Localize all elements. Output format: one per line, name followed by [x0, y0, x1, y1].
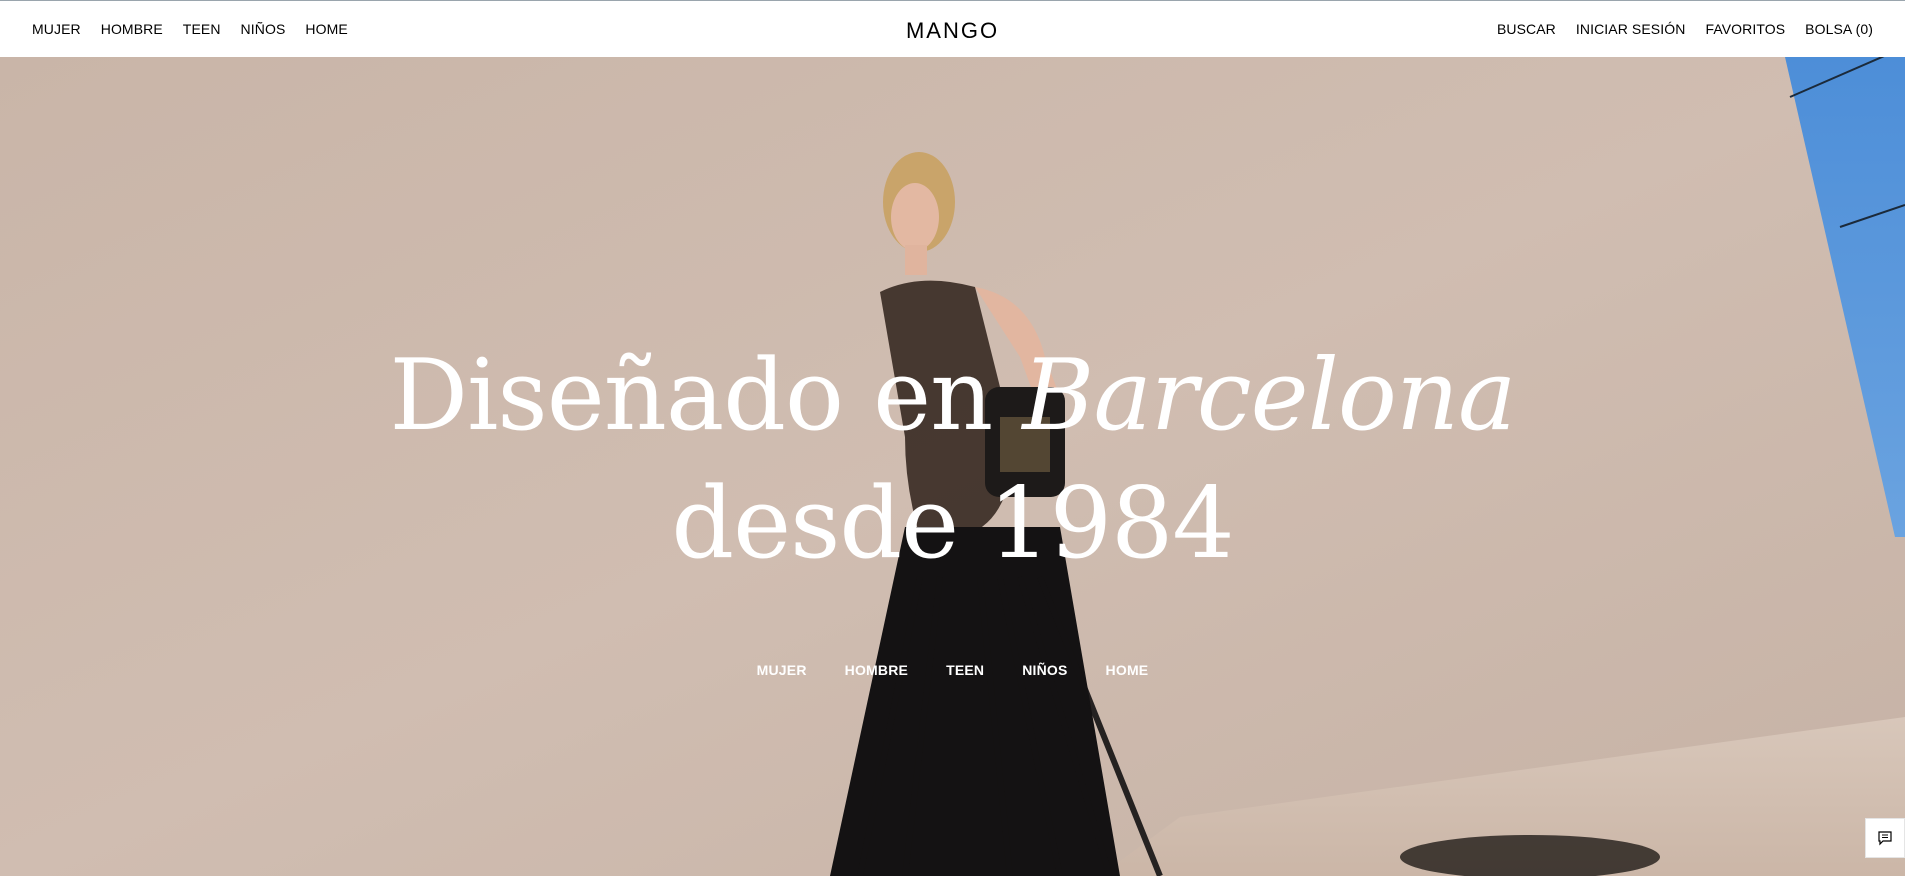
favorites-link[interactable]: FAVORITOS — [1705, 22, 1785, 36]
hero-headline: Diseñado en Barcelona desde 1984 — [0, 332, 1905, 588]
hero-nav-ninos[interactable]: NIÑOS — [1022, 662, 1067, 678]
main-nav-right: BUSCAR INICIAR SESIÓN FAVORITOS BOLSA (0… — [1477, 22, 1873, 36]
nav-mujer[interactable]: MUJER — [32, 22, 81, 36]
hero-nav-teen[interactable]: TEEN — [946, 662, 984, 678]
bag-link[interactable]: BOLSA (0) — [1805, 22, 1873, 36]
main-nav-left: MUJER HOMBRE TEEN NIÑOS HOME — [32, 22, 368, 36]
nav-hombre[interactable]: HOMBRE — [101, 22, 163, 36]
hero-nav-mujer[interactable]: MUJER — [757, 662, 807, 678]
nav-home[interactable]: HOME — [305, 22, 347, 36]
login-link[interactable]: INICIAR SESIÓN — [1576, 22, 1686, 36]
hero-nav-home[interactable]: HOME — [1106, 662, 1149, 678]
nav-ninos[interactable]: NIÑOS — [241, 22, 286, 36]
headline-line-2: desde 1984 — [671, 467, 1234, 581]
headline-line-1: Diseñado en Barcelona — [0, 332, 1905, 460]
nav-teen[interactable]: TEEN — [183, 22, 221, 36]
site-header: MUJER HOMBRE TEEN NIÑOS HOME MANGO BUSCA… — [0, 0, 1905, 57]
search-link[interactable]: BUSCAR — [1497, 22, 1556, 36]
hero-nav-hombre[interactable]: HOMBRE — [845, 662, 908, 678]
chat-button[interactable] — [1865, 818, 1905, 858]
headline-plain: Diseñado en — [389, 339, 1023, 453]
hero-category-nav: MUJER HOMBRE TEEN NIÑOS HOME — [0, 662, 1905, 678]
hero-banner[interactable]: Diseñado en Barcelona desde 1984 MUJER H… — [0, 57, 1905, 876]
chat-icon — [1878, 831, 1892, 846]
headline-italic: Barcelona — [1022, 339, 1516, 453]
brand-logo[interactable]: MANGO — [906, 18, 999, 44]
